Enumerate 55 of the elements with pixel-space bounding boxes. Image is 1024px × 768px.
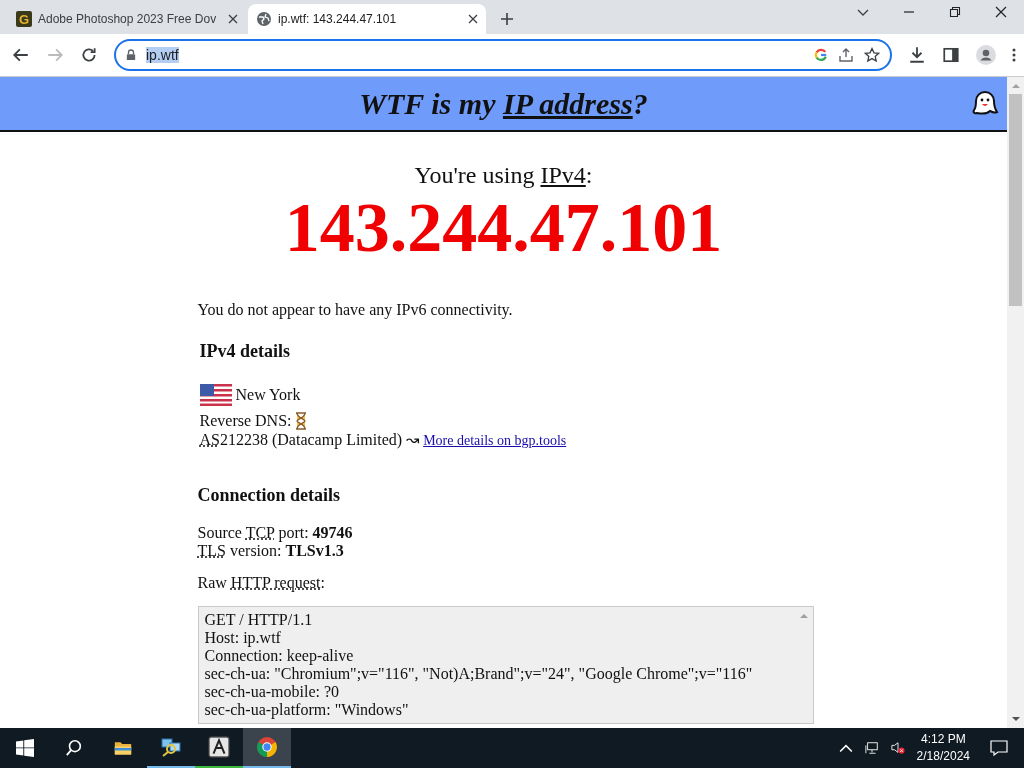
scrollbar[interactable] (1007, 77, 1024, 728)
reverse-dns-label: Reverse DNS: (199, 412, 292, 430)
browser-tab[interactable]: G Adobe Photoshop 2023 Free Dov (8, 4, 246, 34)
raw-request-label: Raw HTTP request: (197, 574, 325, 592)
clock[interactable]: 4:12 PM 2/18/2024 (916, 731, 970, 765)
request-line: GET / HTTP/1.1 (204, 611, 314, 629)
back-arrow-icon[interactable] (12, 46, 30, 64)
section-heading: Connection details (197, 485, 340, 506)
request-line: sec-ch-ua-mobile: ?0 (204, 683, 341, 701)
favicon-letter: G (16, 11, 32, 27)
close-icon[interactable] (468, 14, 478, 24)
city-name: New York (235, 386, 301, 404)
close-icon[interactable] (994, 5, 1008, 19)
browser-tab[interactable]: ip.wtf: 143.244.47.101 (248, 4, 486, 34)
ghost-icon (971, 89, 999, 117)
bgp-tools-link[interactable]: More details on bgp.tools (423, 433, 567, 449)
restore-icon[interactable] (948, 5, 962, 19)
ipv6-note: You do not appear to have any IPv6 connectivity. (197, 301, 513, 319)
chrome-icon[interactable] (243, 728, 291, 768)
request-line: sec-ch-ua: "Chromium";v="116", "Not)A;Brand";v="24", "Google Chrome";v="116" (204, 665, 754, 683)
network-icon[interactable] (864, 741, 879, 755)
site-title: WTF is my IP address? (359, 86, 648, 121)
us-flag-icon (199, 384, 232, 406)
google-g-icon[interactable] (814, 48, 828, 62)
connection-detail: TLS version: TLSv1.3 (197, 542, 344, 560)
scrollbar-thumb[interactable] (1009, 94, 1022, 306)
ip-address-link[interactable]: IP address (502, 86, 633, 120)
section-heading: IPv4 details (199, 341, 290, 362)
menu-icon[interactable] (1012, 46, 1016, 64)
share-icon[interactable] (838, 47, 854, 63)
reload-icon[interactable] (80, 46, 98, 64)
request-line: sec-ch-ua-platform: "Windows" (204, 701, 410, 719)
ip-version-text: You're using IPv4: (414, 162, 593, 189)
ipv4-link[interactable]: IPv4 (540, 162, 586, 188)
star-icon[interactable] (864, 47, 880, 63)
speaker-muted-icon[interactable] (890, 741, 905, 755)
hourglass-icon (295, 412, 308, 430)
new-tab-icon[interactable] (500, 12, 514, 26)
connection-detail: Source TCP port: 49746 (197, 524, 353, 542)
profile-avatar-icon[interactable] (976, 45, 996, 65)
request-line: Host: ip.wtf (204, 629, 282, 647)
folder-icon[interactable] (114, 739, 132, 757)
address-bar[interactable]: ip.wtf (114, 39, 892, 71)
scroll-down-icon[interactable] (1011, 717, 1020, 722)
globe-icon (256, 11, 272, 27)
request-line: Connection: keep-alive (204, 647, 355, 665)
asn-text: AS212238 (Datacamp Limited) ↝ (199, 430, 420, 449)
download-icon[interactable] (908, 46, 926, 64)
notification-icon[interactable] (990, 740, 1008, 756)
windows-start-icon[interactable] (16, 739, 34, 757)
side-panel-icon[interactable] (942, 46, 960, 64)
close-icon[interactable] (228, 14, 238, 24)
lock-icon[interactable] (126, 49, 136, 61)
search-icon[interactable] (65, 739, 83, 757)
ip-address: 143.244.47.101 (284, 193, 723, 263)
